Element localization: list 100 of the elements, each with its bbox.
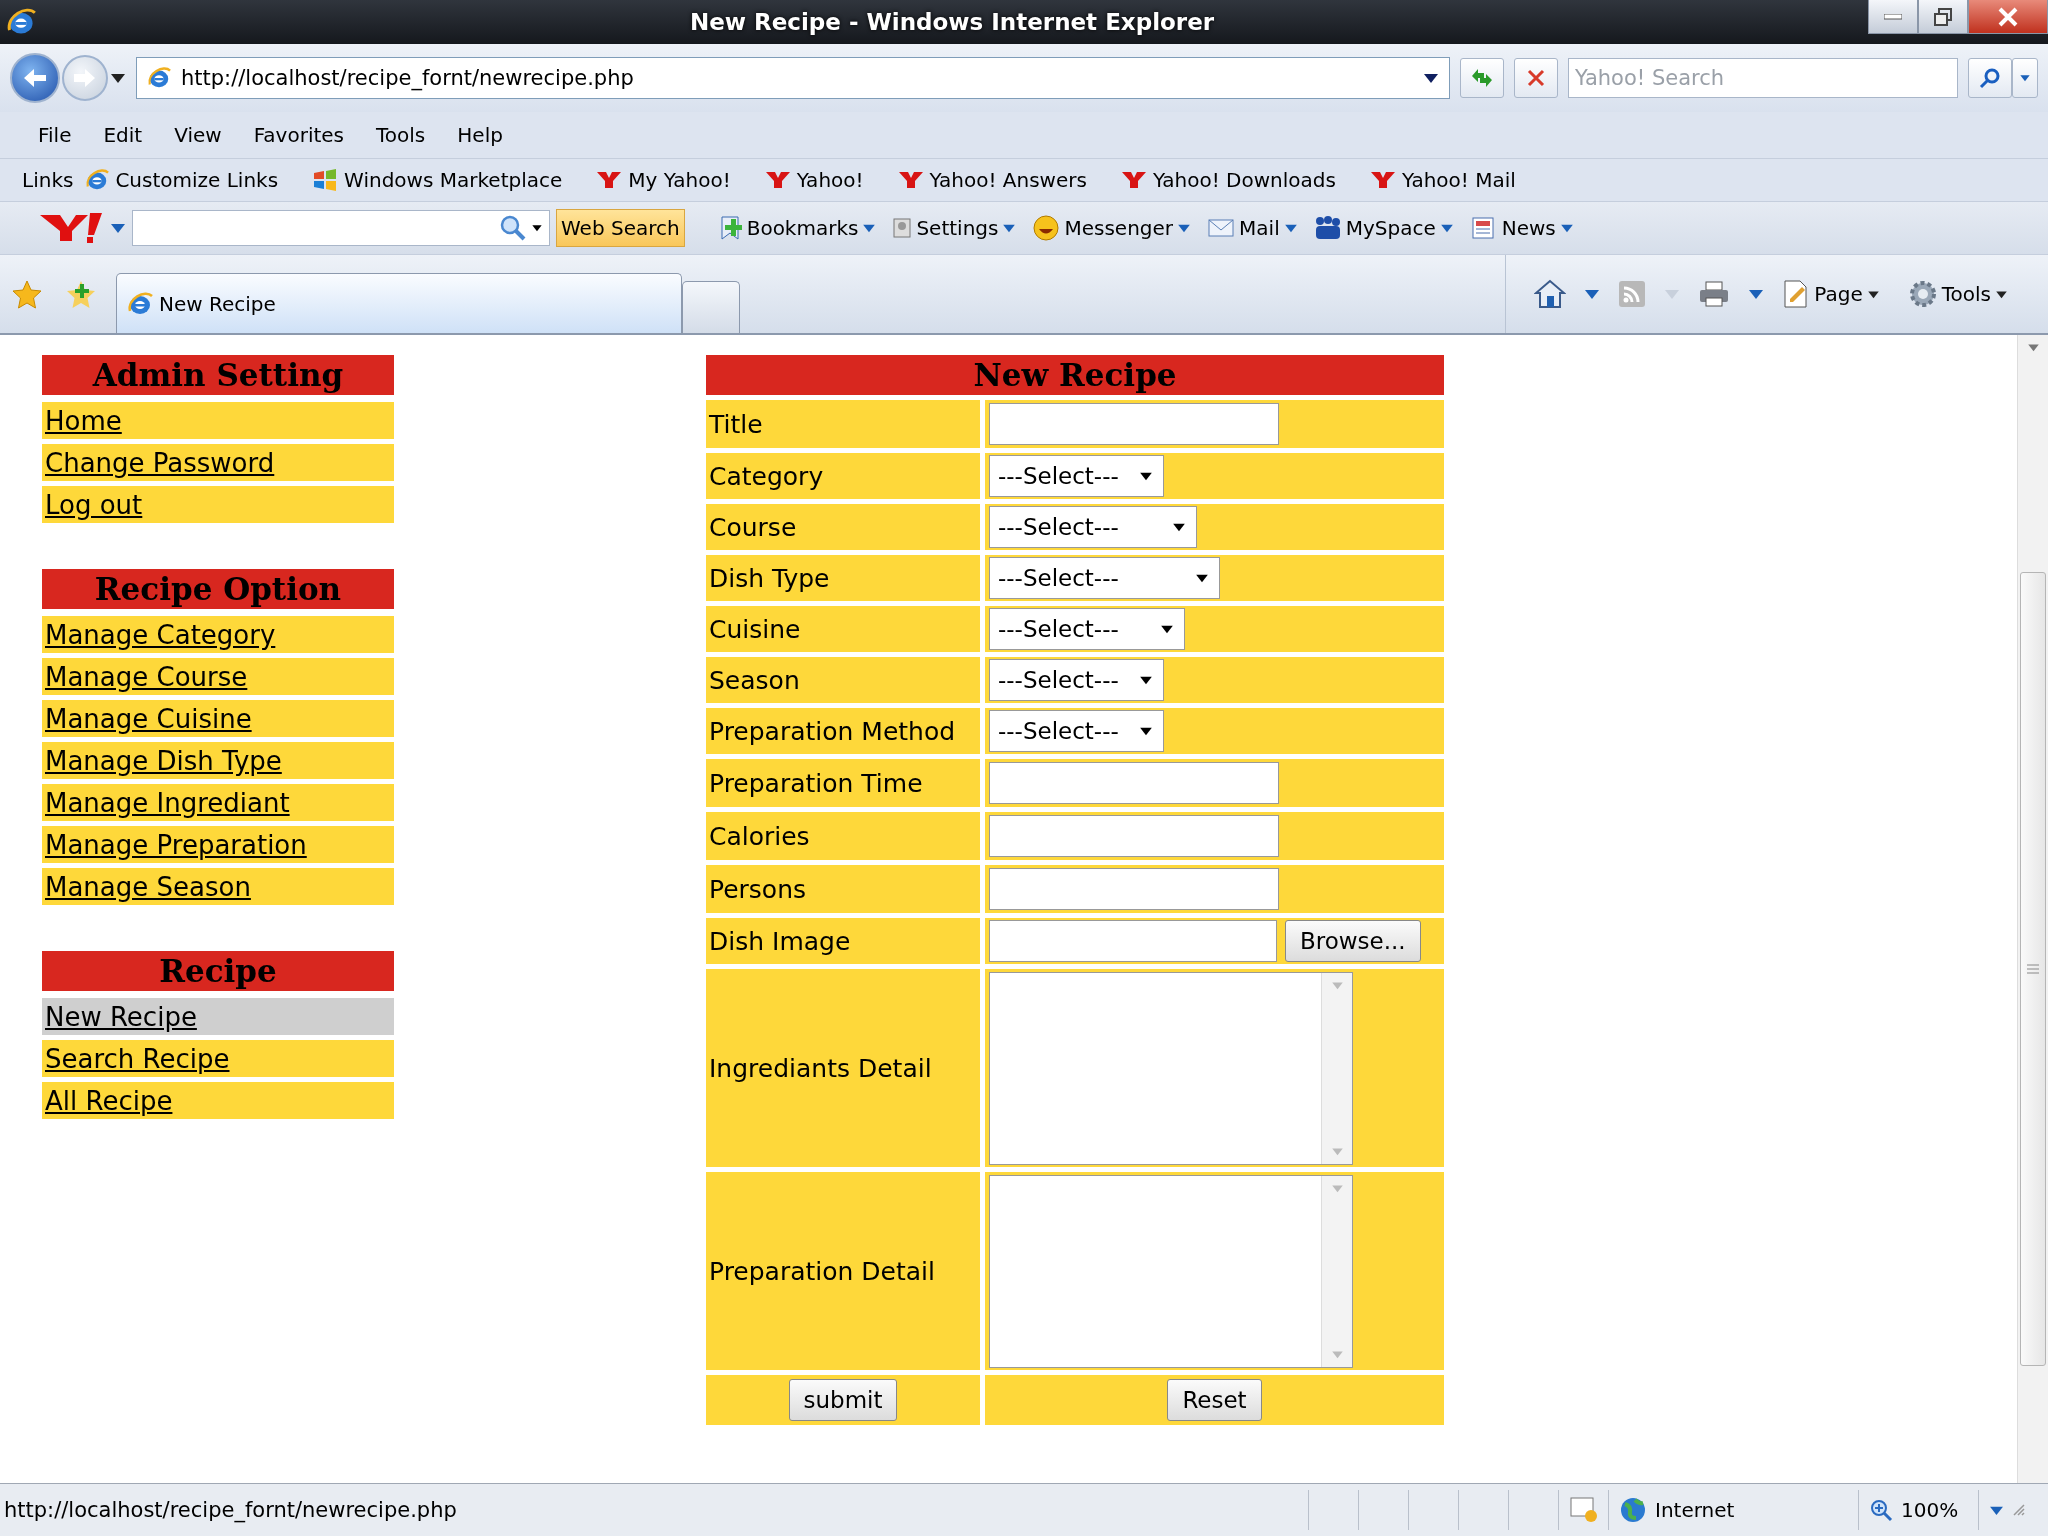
resize-grip-icon — [2012, 1503, 2026, 1517]
dropdown-caret-icon — [1139, 675, 1153, 685]
sidebar-link[interactable]: Log out — [42, 486, 394, 523]
toolbar-button[interactable]: Bookmarks — [718, 215, 877, 241]
sidebar-link[interactable]: Manage Course — [42, 658, 394, 695]
close-button[interactable] — [1968, 0, 2048, 34]
sidebar-link[interactable]: Manage Preparation — [42, 826, 394, 863]
printer-icon[interactable] — [1698, 280, 1731, 308]
sidebar-link[interactable]: Search Recipe — [42, 1040, 394, 1077]
sidebar-link[interactable]: Manage Ingrediant — [42, 784, 394, 821]
toolbar-button[interactable]: Settings — [892, 216, 1017, 240]
field-label: Preparation Time — [706, 759, 980, 807]
add-favorite-icon[interactable] — [66, 279, 96, 309]
zoom-icon[interactable] — [1869, 1498, 1893, 1522]
sidebar-link[interactable]: Manage Dish Type — [42, 742, 394, 779]
field-label: Cuisine — [706, 606, 980, 652]
ie-icon — [147, 66, 171, 90]
sidebar-link[interactable]: New Recipe — [42, 998, 394, 1035]
favorite-link[interactable]: Yahoo! Answers — [897, 168, 1087, 192]
submit-button[interactable]: submit — [788, 1379, 898, 1421]
dropdown-caret-icon — [1139, 726, 1153, 736]
toolbar-button[interactable]: News — [1469, 215, 1574, 241]
select-dropdown[interactable]: ---Select--- — [989, 659, 1164, 701]
text-input[interactable] — [989, 868, 1279, 910]
menu-item[interactable]: Help — [441, 123, 519, 147]
sidebar-link[interactable]: All Recipe — [42, 1082, 394, 1119]
zoom-level[interactable]: 100% — [1901, 1498, 1959, 1522]
menu-item[interactable]: Edit — [87, 123, 159, 147]
feed-icon[interactable] — [1618, 280, 1647, 308]
web-search-button[interactable]: Web Search — [556, 209, 685, 247]
sidebar-link[interactable]: Change Password — [42, 444, 394, 481]
field-label: Title — [706, 400, 980, 448]
select-dropdown[interactable]: ---Select--- — [989, 455, 1164, 497]
menu-item[interactable]: Tools — [360, 123, 442, 147]
field-label: Dish Image — [706, 918, 980, 964]
caret-icon — [862, 223, 877, 233]
menu-item[interactable]: View — [158, 123, 238, 147]
favorite-link[interactable]: Yahoo! Mail — [1369, 168, 1516, 192]
scroll-up-icon — [1330, 1183, 1344, 1193]
zoom-caret-icon — [1989, 1504, 2004, 1516]
menu-item[interactable]: Favorites — [237, 123, 360, 147]
favorite-link[interactable]: My Yahoo! — [596, 168, 731, 192]
forward-arrow-icon — [73, 68, 97, 88]
favorite-link[interactable]: Customize Links — [85, 168, 279, 192]
text-input[interactable] — [989, 762, 1279, 804]
search-options-button[interactable] — [2012, 58, 2038, 98]
search-button[interactable] — [1968, 58, 2012, 98]
scroll-down-icon — [1330, 1146, 1344, 1156]
command-button[interactable]: Page — [1782, 279, 1880, 309]
sidebar-link[interactable]: Manage Cuisine — [42, 700, 394, 737]
sidebar-link[interactable]: Manage Season — [42, 868, 394, 905]
toolbar-button[interactable]: MySpace — [1313, 215, 1454, 241]
toolbar-button[interactable]: Messenger — [1032, 214, 1192, 242]
caret-icon — [1439, 223, 1454, 233]
scroll-thumb[interactable] — [2020, 572, 2046, 1366]
sidebar-link[interactable]: Manage Category — [42, 616, 394, 653]
favorite-link[interactable]: Windows Marketplace — [312, 168, 563, 192]
yahoo-search-field[interactable] — [132, 210, 550, 246]
favorite-link[interactable]: Yahoo! Downloads — [1120, 168, 1336, 192]
select-dropdown[interactable]: ---Select--- — [989, 710, 1164, 752]
search-field[interactable]: Yahoo! Search — [1568, 58, 1958, 98]
ie-icon — [127, 290, 153, 317]
select-dropdown[interactable]: ---Select--- — [989, 557, 1220, 599]
caret-icon — [1866, 289, 1880, 299]
security-warning-icon — [1569, 1496, 1599, 1524]
menu-item[interactable]: File — [22, 123, 88, 147]
back-button[interactable] — [10, 53, 60, 103]
refresh-button[interactable] — [1460, 58, 1504, 98]
new-tab-button[interactable] — [682, 281, 740, 333]
address-field[interactable]: http://localhost/recipe_fornt/newrecipe.php — [136, 57, 1450, 99]
yahoo-icon — [764, 170, 791, 190]
field-label: Preparation Detail — [706, 1172, 980, 1370]
home-icon[interactable] — [1534, 279, 1567, 309]
browse-button[interactable]: Browse... — [1285, 920, 1421, 962]
select-dropdown[interactable]: ---Select--- — [989, 506, 1197, 548]
star-icon[interactable] — [12, 279, 42, 309]
sidebar-link[interactable]: Home — [42, 402, 394, 439]
scrollbar[interactable] — [2017, 335, 2048, 1483]
yahoo-icon — [596, 170, 623, 190]
yahoo-icon — [1120, 170, 1147, 190]
command-button[interactable]: Tools — [1907, 279, 2008, 309]
history-caret-icon — [110, 72, 126, 84]
text-input[interactable] — [989, 815, 1279, 857]
window-title: New Recipe - Windows Internet Explorer — [688, 9, 1216, 35]
forward-button[interactable] — [62, 55, 108, 101]
file-path-input[interactable] — [989, 920, 1277, 962]
stop-button[interactable] — [1514, 58, 1558, 98]
caret-icon — [1584, 288, 1601, 300]
text-input[interactable] — [989, 403, 1279, 445]
toolbar-button[interactable]: Mail — [1207, 216, 1298, 240]
ie-icon — [85, 168, 110, 192]
search-icon — [1979, 67, 2001, 89]
caret-icon — [1002, 223, 1017, 233]
select-dropdown[interactable]: ---Select--- — [989, 608, 1185, 650]
restore-button[interactable] — [1918, 0, 1968, 34]
reset-button[interactable]: Reset — [1167, 1379, 1262, 1421]
browser-tab[interactable]: New Recipe — [116, 273, 682, 333]
caret-icon — [2019, 74, 2031, 82]
field-label: Ingrediants Detail — [706, 969, 980, 1167]
favorite-link[interactable]: Yahoo! — [764, 168, 864, 192]
